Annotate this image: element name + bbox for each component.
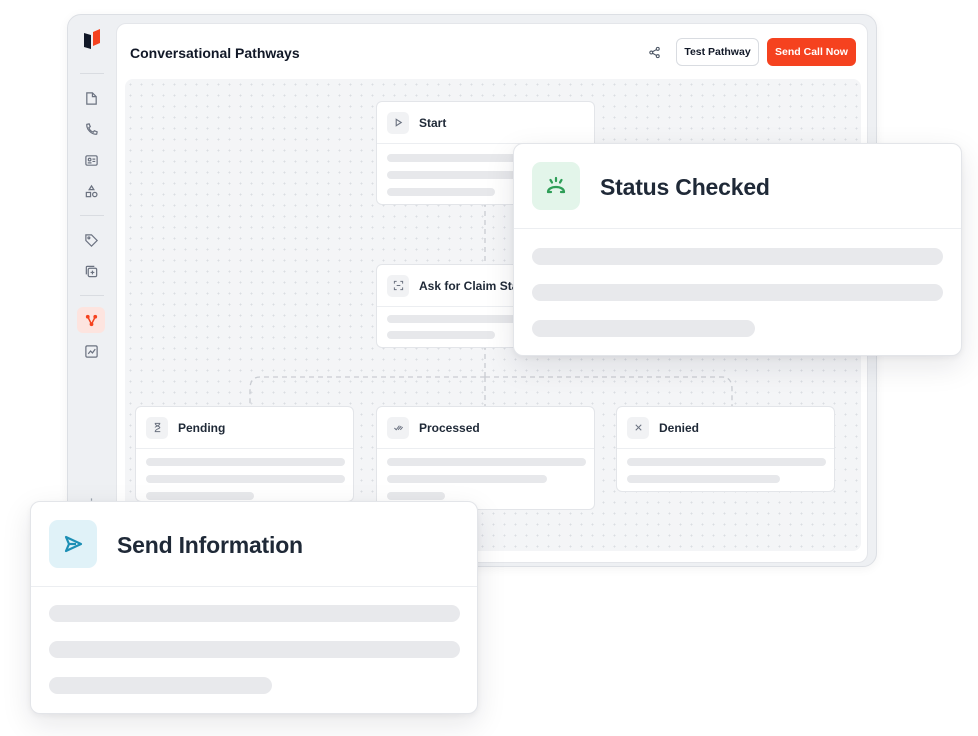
sidebar-divider <box>80 295 104 296</box>
placeholder-line <box>532 284 943 301</box>
close-icon <box>627 416 649 439</box>
copy-plus-icon[interactable] <box>77 258 105 284</box>
placeholder-line <box>146 458 345 466</box>
node-title: Denied <box>659 420 700 435</box>
node-processed[interactable]: Processed <box>376 406 595 510</box>
placeholder-line <box>146 492 254 500</box>
placeholder-line <box>49 641 460 658</box>
hourglass-icon <box>146 416 168 439</box>
tag-icon[interactable] <box>77 227 105 253</box>
contact-card-icon[interactable] <box>77 147 105 173</box>
node-title: Processed <box>419 420 480 435</box>
send-icon <box>49 520 97 568</box>
placeholder-line <box>387 475 547 483</box>
status-checked-card[interactable]: Status Checked <box>513 143 962 356</box>
shapes-icon[interactable] <box>77 178 105 204</box>
test-pathway-button[interactable]: Test Pathway <box>676 38 759 66</box>
placeholder-line <box>387 492 445 500</box>
scan-icon <box>387 274 409 297</box>
send-call-now-button[interactable]: Send Call Now <box>767 38 856 66</box>
node-title: Start <box>419 115 447 130</box>
placeholder-line <box>387 458 586 466</box>
placeholder-line <box>387 331 495 339</box>
document-add-icon[interactable] <box>77 85 105 111</box>
node-denied[interactable]: Denied <box>616 406 835 492</box>
analytics-icon[interactable] <box>77 338 105 364</box>
placeholder-line <box>49 677 272 694</box>
placeholder-line <box>387 188 495 196</box>
phone-ringing-icon <box>532 162 580 210</box>
placeholder-line <box>532 320 755 337</box>
page-title: Conversational Pathways <box>130 45 300 61</box>
play-icon <box>387 111 409 134</box>
placeholder-line <box>146 475 345 483</box>
sidebar <box>68 15 114 566</box>
send-information-card[interactable]: Send Information <box>30 501 478 714</box>
node-title: Pending <box>178 420 226 435</box>
logo <box>84 29 100 49</box>
card-title: Status Checked <box>600 174 770 200</box>
placeholder-line <box>532 248 943 265</box>
pathway-icon[interactable] <box>77 307 105 333</box>
placeholder-line <box>49 605 460 622</box>
card-title: Send Information <box>117 532 303 558</box>
sidebar-divider <box>80 215 104 216</box>
phone-icon[interactable] <box>77 116 105 142</box>
placeholder-line <box>627 458 826 466</box>
placeholder-line <box>627 475 780 483</box>
share-icon[interactable] <box>644 42 664 62</box>
node-pending[interactable]: Pending <box>135 406 354 502</box>
double-check-icon <box>387 416 409 439</box>
sidebar-divider <box>80 73 104 74</box>
